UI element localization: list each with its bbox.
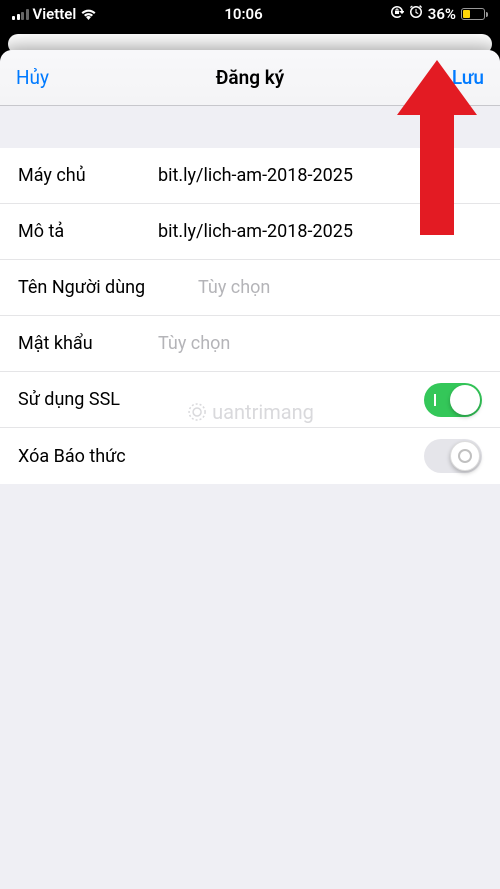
server-input[interactable] bbox=[158, 165, 482, 186]
description-label: Mô tả bbox=[18, 221, 158, 242]
alarm-icon bbox=[409, 5, 423, 23]
wifi-icon bbox=[80, 8, 97, 20]
status-left: Viettel bbox=[12, 5, 97, 23]
save-button[interactable]: Lưu bbox=[434, 66, 484, 89]
content-area[interactable]: Máy chủ Mô tả Tên Người dùng Mật khẩu Sử… bbox=[0, 106, 500, 889]
nav-bar: Hủy Đăng ký Lưu bbox=[0, 50, 500, 106]
description-input[interactable] bbox=[158, 221, 482, 242]
delete-alarms-label: Xóa Báo thức bbox=[18, 446, 424, 467]
password-input[interactable] bbox=[158, 333, 482, 354]
password-label: Mật khẩu bbox=[18, 333, 158, 354]
server-row[interactable]: Máy chủ bbox=[0, 148, 500, 204]
delete-alarms-row: Xóa Báo thức bbox=[0, 428, 500, 484]
password-row[interactable]: Mật khẩu bbox=[0, 316, 500, 372]
username-input[interactable] bbox=[198, 277, 482, 298]
description-row[interactable]: Mô tả bbox=[0, 204, 500, 260]
cancel-button[interactable]: Hủy bbox=[16, 66, 66, 89]
page-title: Đăng ký bbox=[216, 66, 284, 89]
ssl-label: Sử dụng SSL bbox=[18, 389, 424, 410]
status-time: 10:06 bbox=[224, 5, 262, 23]
orientation-lock-icon bbox=[390, 5, 404, 23]
group-spacer bbox=[0, 106, 500, 148]
carrier-label: Viettel bbox=[33, 5, 77, 23]
username-label: Tên Người dùng bbox=[18, 277, 198, 298]
modal-sheet: Hủy Đăng ký Lưu Máy chủ Mô tả Tên Người … bbox=[0, 50, 500, 889]
signal-icon bbox=[12, 9, 29, 20]
ssl-row: Sử dụng SSL bbox=[0, 372, 500, 428]
status-right: 36% bbox=[390, 5, 488, 23]
username-row[interactable]: Tên Người dùng bbox=[0, 260, 500, 316]
battery-icon bbox=[461, 8, 488, 20]
form-group: Máy chủ Mô tả Tên Người dùng Mật khẩu Sử… bbox=[0, 148, 500, 484]
server-label: Máy chủ bbox=[18, 165, 158, 186]
delete-alarms-switch[interactable] bbox=[424, 439, 482, 473]
battery-pct: 36% bbox=[428, 5, 456, 23]
ssl-switch[interactable] bbox=[424, 383, 482, 417]
status-bar: Viettel 10:06 36% bbox=[0, 0, 500, 28]
battery-fill bbox=[463, 10, 470, 18]
